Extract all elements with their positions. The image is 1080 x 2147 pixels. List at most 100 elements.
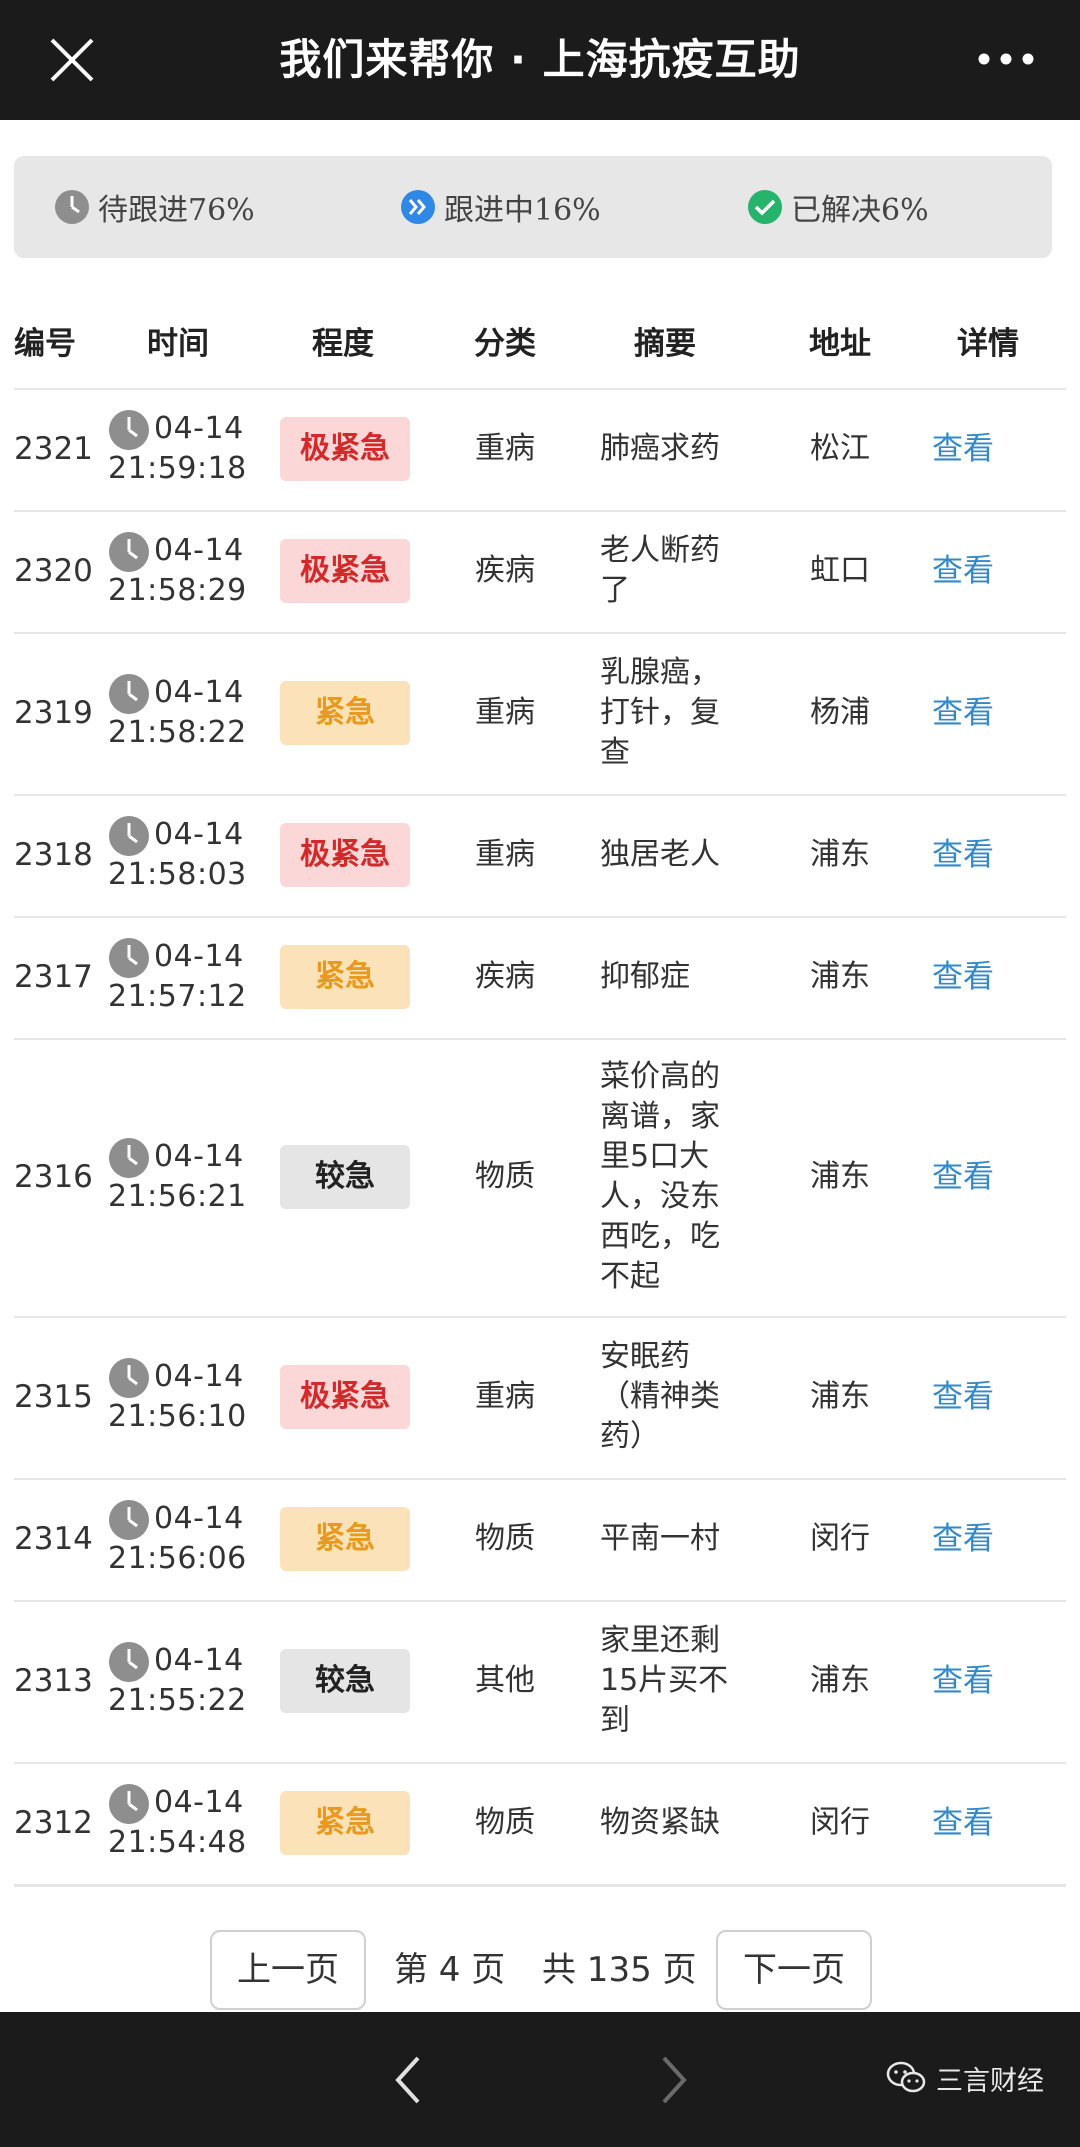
clock-icon — [109, 410, 149, 450]
row-clock-time: 21:58:22 — [108, 715, 247, 750]
row-id: 2320 — [14, 553, 93, 589]
view-detail-link[interactable]: 查看 — [918, 429, 1008, 469]
row-clock-time: 21:58:03 — [108, 857, 247, 892]
next-page-button[interactable]: 下一页 — [716, 1930, 872, 2010]
row-address: 闵行 — [810, 1521, 870, 1556]
row-address: 浦东 — [810, 959, 870, 994]
row-category: 物质 — [475, 1521, 535, 1556]
row-date: 04-14 — [154, 939, 244, 974]
row-time: 04-14 21:54:48 — [108, 1783, 268, 1863]
row-category: 疾病 — [475, 959, 535, 994]
row-id: 2312 — [14, 1805, 93, 1841]
row-id: 2318 — [14, 837, 93, 873]
clock-icon — [109, 1784, 149, 1824]
level-badge: 极紧急 — [280, 539, 410, 603]
prev-page-button[interactable]: 上一页 — [210, 1930, 366, 2010]
table-row: 2318 04-14 21:58:03 极紧急 重病 独居老人 浦东 查看 — [0, 794, 1080, 916]
row-time: 04-14 21:58:29 — [108, 531, 268, 611]
row-summary: 安眠药（精神类药） — [600, 1339, 720, 1454]
clock-icon — [109, 816, 149, 856]
table-header: 编号 时间 程度 分类 摘要 地址 详情 — [0, 300, 1080, 388]
level-badge: 紧急 — [280, 1507, 410, 1571]
status-resolved[interactable]: 已解决6% — [747, 182, 929, 232]
row-id: 2319 — [14, 695, 93, 731]
more-icon[interactable] — [976, 44, 1036, 74]
row-summary: 独居老人 — [600, 837, 720, 872]
col-category: 分类 — [474, 326, 536, 362]
total-pages: 共 135 页 — [542, 1950, 697, 1990]
view-detail-link[interactable]: 查看 — [918, 835, 1008, 875]
row-time: 04-14 21:56:10 — [108, 1357, 268, 1437]
view-detail-link[interactable]: 查看 — [918, 1377, 1008, 1417]
row-time: 04-14 21:56:06 — [108, 1499, 268, 1579]
row-summary: 平南一村 — [600, 1521, 720, 1556]
row-address: 浦东 — [810, 1159, 870, 1194]
brand-watermark: 三言财经 — [886, 2058, 1044, 2098]
row-category: 物质 — [475, 1159, 535, 1194]
table-row: 2312 04-14 21:54:48 紧急 物质 物资紧缺 闵行 查看 — [0, 1762, 1080, 1884]
row-category: 重病 — [475, 431, 535, 466]
row-id: 2315 — [14, 1379, 93, 1415]
page-title: 我们来帮你 · 上海抗疫互助 — [279, 35, 801, 84]
status-pending[interactable]: 待跟进76% — [54, 182, 255, 232]
level-badge: 紧急 — [280, 945, 410, 1009]
wechat-icon — [886, 2061, 926, 2093]
check-circle-icon — [748, 190, 782, 224]
row-time: 04-14 21:57:12 — [108, 937, 268, 1017]
row-summary: 物资紧缺 — [600, 1805, 720, 1840]
row-category: 重病 — [475, 695, 535, 730]
status-in-progress[interactable]: 跟进中16% — [400, 182, 601, 232]
row-address: 浦东 — [810, 837, 870, 872]
view-detail-link[interactable]: 查看 — [918, 1803, 1008, 1843]
table-row: 2314 04-14 21:56:06 紧急 物质 平南一村 闵行 查看 — [0, 1478, 1080, 1600]
row-date: 04-14 — [154, 1501, 244, 1536]
status-resolved-label: 已解决6% — [791, 193, 929, 228]
col-id: 编号 — [14, 326, 76, 362]
row-time: 04-14 21:59:18 — [108, 409, 268, 489]
view-detail-link[interactable]: 查看 — [918, 693, 1008, 733]
row-address: 浦东 — [810, 1379, 870, 1414]
row-clock-time: 21:56:06 — [108, 1541, 247, 1576]
view-detail-link[interactable]: 查看 — [918, 1519, 1008, 1559]
row-date: 04-14 — [154, 411, 244, 446]
view-detail-link[interactable]: 查看 — [918, 957, 1008, 997]
level-badge: 极紧急 — [280, 823, 410, 887]
table-row: 2317 04-14 21:57:12 紧急 疾病 抑郁症 浦东 查看 — [0, 916, 1080, 1038]
row-address: 闵行 — [810, 1805, 870, 1840]
row-id: 2316 — [14, 1159, 93, 1195]
row-clock-time: 21:54:48 — [108, 1825, 247, 1860]
row-time: 04-14 21:58:03 — [108, 815, 268, 895]
row-time: 04-14 21:58:22 — [108, 673, 268, 753]
level-badge: 极紧急 — [280, 1365, 410, 1429]
status-pending-label: 待跟进76% — [98, 193, 255, 228]
status-summary: 待跟进76% 跟进中16% 已解决6% — [14, 156, 1052, 258]
row-category: 重病 — [475, 1379, 535, 1414]
top-bar: 我们来帮你 · 上海抗疫互助 — [0, 0, 1080, 120]
row-category: 重病 — [475, 837, 535, 872]
col-time: 时间 — [147, 326, 209, 362]
view-detail-link[interactable]: 查看 — [918, 1157, 1008, 1197]
row-date: 04-14 — [154, 1139, 244, 1174]
clock-icon — [109, 1642, 149, 1682]
clock-icon — [109, 532, 149, 572]
row-id: 2314 — [14, 1521, 93, 1557]
back-arrow-icon[interactable] — [384, 2052, 434, 2108]
view-detail-link[interactable]: 查看 — [918, 1661, 1008, 1701]
level-badge: 紧急 — [280, 681, 410, 745]
forward-arrow-icon[interactable] — [648, 2052, 698, 2108]
row-summary: 家里还剩15片买不到 — [600, 1623, 729, 1738]
row-date: 04-14 — [154, 1643, 244, 1678]
level-badge: 紧急 — [280, 1791, 410, 1855]
row-summary: 乳腺癌，打针，复查 — [600, 655, 720, 770]
col-address: 地址 — [809, 326, 871, 362]
view-detail-link[interactable]: 查看 — [918, 551, 1008, 591]
row-address: 虹口 — [810, 553, 870, 588]
row-summary: 抑郁症 — [600, 959, 690, 994]
row-category: 其他 — [475, 1663, 535, 1698]
row-clock-time: 21:58:29 — [108, 573, 247, 608]
level-badge: 较急 — [280, 1145, 410, 1209]
table-row: 2313 04-14 21:55:22 较急 其他 家里还剩15片买不到 浦东 查看 — [0, 1600, 1080, 1762]
table-row: 2315 04-14 21:56:10 极紧急 重病 安眠药（精神类药） 浦东 查看 — [0, 1316, 1080, 1478]
double-chevron-icon — [401, 190, 435, 224]
row-summary: 菜价高的离谱，家里5口大人，没东西吃，吃不起 — [600, 1059, 720, 1294]
